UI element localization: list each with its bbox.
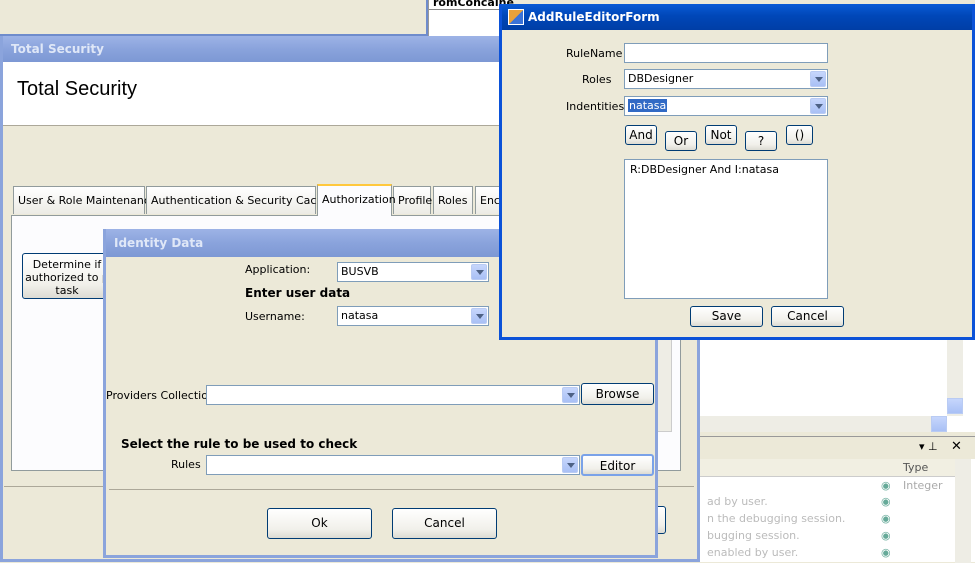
properties-panel-header: ▾ ⊥ ✕ [697,437,975,459]
select-rule-heading: Select the rule to be used to check [121,437,358,451]
chevron-down-icon[interactable] [471,264,487,280]
refresh-icon: ◉ [881,546,891,559]
parens-button[interactable]: () [786,125,813,145]
rules-select[interactable] [206,455,580,475]
properties-panel: ▾ ⊥ ✕ Type Integer ad by user. n the deb… [697,436,975,563]
task-button-line1: Determine if [32,258,102,271]
scroll-right-arrow-icon[interactable] [931,416,947,432]
username-select[interactable]: natasa [337,306,489,326]
or-button[interactable]: Or [665,131,697,151]
tab-roles[interactable]: Roles [433,186,473,214]
tab-page-scrollbar[interactable] [656,336,672,432]
application-label: Application: [245,263,311,276]
save-button[interactable]: Save [690,306,763,327]
chevron-down-icon[interactable] [471,308,487,324]
chevron-down-icon[interactable] [810,71,826,87]
tab-profile[interactable]: Profile [393,186,432,214]
add-rule-editor-titlebar[interactable]: AddRuleEditorForm [502,4,972,30]
providers-collection-label: Providers Collection [106,389,215,402]
roles-label: Roles [582,73,612,86]
identities-label: Indentities [566,100,625,113]
determine-authorized-task-button[interactable]: Determine if authorized to p task [22,253,112,299]
properties-scrollbar[interactable] [955,459,971,563]
question-button[interactable]: ? [745,131,777,151]
roles-select[interactable]: DBDesigner [624,69,828,89]
application-select[interactable]: BUSVB [337,262,489,282]
app-window-icon [508,9,524,25]
background-window [0,0,428,36]
total-security-title: Total Security [11,42,104,56]
chevron-down-icon[interactable] [562,387,578,403]
application-select-value: BUSVB [341,265,379,278]
username-select-value: natasa [341,309,379,322]
editor-button[interactable]: Editor [581,454,654,476]
username-label: Username: [245,310,305,323]
identity-bottom-panel [109,489,655,553]
property-row: enabled by user. [707,546,799,559]
property-row: bugging session. [707,529,800,542]
refresh-icon: ◉ [881,512,891,525]
properties-column-header: Type [697,459,955,477]
task-button-line3: task [55,284,79,297]
rulename-input[interactable] [624,43,828,63]
close-icon[interactable]: ✕ [951,439,962,454]
refresh-icon: ◉ [881,495,891,508]
horizontal-scrollbar[interactable] [697,416,947,432]
identity-data-title: Identity Data [114,236,204,250]
enter-user-data-heading: Enter user data [245,286,351,300]
rule-expression-text: R:DBDesigner And I:natasa [630,163,779,176]
add-rule-editor-title: AddRuleEditorForm [528,10,660,24]
property-row: ad by user. [707,495,768,508]
rulename-label: RuleName [566,47,623,60]
ok-button[interactable]: Ok [267,508,372,539]
property-row: n the debugging session. [707,512,846,525]
tab-authorization[interactable]: Authorization [317,184,396,216]
cancel-button[interactable]: Cancel [392,508,497,539]
vertical-scrollbar[interactable] [947,340,963,416]
refresh-icon: ◉ [881,529,891,542]
total-security-header: Total Security [17,78,138,100]
rules-label: Rules [171,458,201,471]
roles-select-value: DBDesigner [628,72,694,85]
browse-button[interactable]: Browse [581,383,654,405]
rule-expression-textarea[interactable]: R:DBDesigner And I:natasa [624,159,828,299]
code-view-area [697,340,975,432]
type-column-header: Type [903,461,929,474]
pin-icon[interactable]: ▾ ⊥ [919,440,938,453]
providers-collection-select[interactable] [206,385,580,405]
scroll-down-arrow-icon[interactable] [947,398,963,414]
tab-authentication-security-caching[interactable]: Authentication & Security Caching [146,186,340,214]
rule-editor-cancel-button[interactable]: Cancel [771,306,844,327]
identities-select[interactable]: natasa [624,96,828,116]
type-value: Integer [903,479,943,492]
identities-select-value: natasa [628,99,668,112]
task-button-line2: authorized to p [25,271,109,284]
chevron-down-icon[interactable] [562,457,578,473]
tab-user-role-maintenance[interactable]: User & Role Maintenance [13,186,157,214]
background-window-2: romConcaine [428,0,514,36]
and-button[interactable]: And [625,125,657,145]
refresh-icon: ◉ [881,479,891,492]
chevron-down-icon[interactable] [810,98,826,114]
not-button[interactable]: Not [705,125,737,145]
